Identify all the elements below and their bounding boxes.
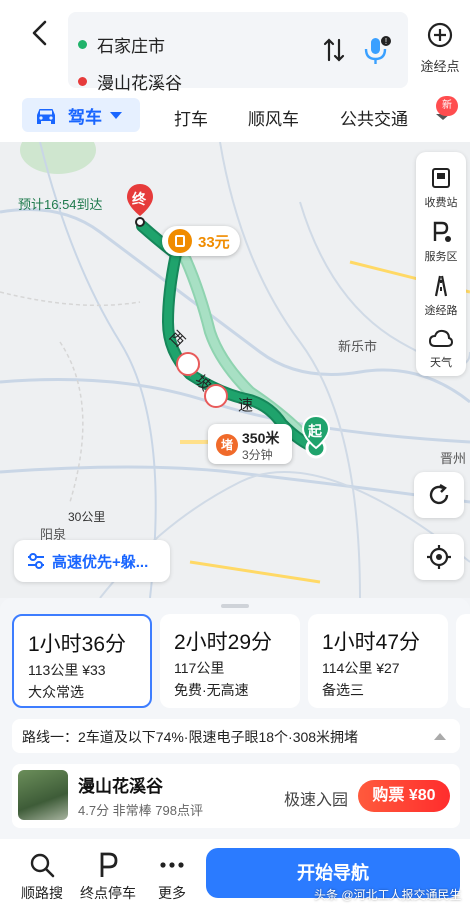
toll-bubble[interactable]: 33元 xyxy=(162,226,240,256)
chevron-down-icon xyxy=(110,111,122,119)
watermark-text: 头条 @河北工人报交通民生 xyxy=(314,888,462,902)
search-along-button[interactable]: 顺路搜 xyxy=(12,847,72,903)
refresh-button[interactable] xyxy=(414,472,464,518)
service-area-toggle[interactable]: 服务区 xyxy=(416,214,466,270)
route-option-2[interactable]: 2小时29分 117公里 免费·无高速 xyxy=(160,614,300,708)
destination-parking-label: 终点停车 xyxy=(80,885,136,901)
route-duration: 1小时36分 xyxy=(28,633,127,656)
destination-field[interactable]: 漫山花溪谷 xyxy=(78,69,182,94)
route-tag: 免费·无高速 xyxy=(174,682,249,698)
service-area-icon xyxy=(433,221,451,242)
route-map[interactable]: 预计16:54到达 终 33元 西 坡 速 新乐市 阳泉 晋州 起 堵 350米… xyxy=(0,142,470,598)
voice-mic-icon[interactable]: ! xyxy=(360,34,392,68)
svg-text:!: ! xyxy=(385,37,387,46)
route-tag: 大众常选 xyxy=(28,684,84,700)
tab-drive[interactable]: 驾车 xyxy=(22,98,140,132)
cloud-icon xyxy=(429,329,453,347)
toll-station-label: 收费站 xyxy=(424,197,458,209)
route-results-sheet: 1小时36分 113公里 ¥33 大众常选 2小时29分 117公里 免费·无高… xyxy=(0,598,470,839)
road-label-3: 速 xyxy=(238,397,254,414)
sliders-icon xyxy=(28,553,44,569)
add-waypoint-button[interactable]: 途经点 xyxy=(414,18,466,76)
route-distance-cost: 117公里 xyxy=(174,660,225,676)
destination-poi-card[interactable]: 漫山花溪谷 4.7分 非常棒 798点评 极速入园 购票 ¥80 xyxy=(12,764,460,828)
congestion-time: 3分钟 xyxy=(242,448,273,462)
route-distance-cost: 113公里 ¥33 xyxy=(28,662,106,678)
via-road-label: 途经路 xyxy=(424,305,458,317)
city-label-xinle: 新乐市 xyxy=(338,339,378,354)
waypoint-label: 途经点 xyxy=(420,59,460,74)
search-along-label: 顺路搜 xyxy=(21,885,63,901)
eta-label: 预计16:54到达 xyxy=(18,197,103,212)
transport-tabs: 驾车 打车 顺风车 公共交通 xyxy=(0,96,470,136)
congestion-bubble[interactable]: 堵 350米 3分钟 xyxy=(208,424,292,464)
road-icon xyxy=(434,275,448,297)
new-badge: 新 xyxy=(436,96,458,116)
route-input-box: 石家庄市 漫山花溪谷 ! xyxy=(68,12,408,93)
parking-icon xyxy=(100,852,118,877)
start-marker-label: 起 xyxy=(308,423,322,439)
weather-toggle[interactable]: 天气 xyxy=(416,320,466,376)
congestion-warning-icon xyxy=(176,352,200,376)
start-location-field[interactable]: 石家庄市 xyxy=(78,32,165,57)
more-label: 更多 xyxy=(158,885,186,901)
car-icon xyxy=(37,109,55,124)
route-duration: 1小时47分 xyxy=(322,631,421,654)
tab-drive-label: 驾车 xyxy=(68,107,102,127)
refresh-icon xyxy=(429,483,449,505)
search-icon xyxy=(30,853,55,878)
toll-station-toggle[interactable]: 收费站 xyxy=(416,160,466,216)
route-duration: 2小时29分 xyxy=(174,631,273,654)
congestion-distance: 350米 xyxy=(242,430,280,446)
route-option-4-peek[interactable] xyxy=(456,614,470,708)
more-button[interactable]: 更多 xyxy=(142,847,202,903)
more-dots-icon xyxy=(160,862,184,868)
scale-label: 30公里 xyxy=(68,510,106,524)
start-location-label: 石家庄市 xyxy=(97,37,165,56)
tab-taxi[interactable]: 打车 xyxy=(174,105,208,130)
toll-amount: 33元 xyxy=(198,233,230,251)
swap-icon[interactable] xyxy=(322,36,346,64)
end-marker-label: 终 xyxy=(132,191,146,207)
via-road-toggle[interactable]: 途经路 xyxy=(416,268,466,324)
toll-station-icon xyxy=(168,229,192,253)
toll-station-icon xyxy=(432,168,450,188)
map-side-panel: 收费站 服务区 途经路 天气 xyxy=(416,152,466,376)
tab-public-transit[interactable]: 公共交通 xyxy=(340,105,408,130)
city-label-jinzhou: 晋州 xyxy=(440,451,467,466)
buy-ticket-button[interactable]: 购票 ¥80 xyxy=(358,780,450,812)
route-option-3[interactable]: 1小时47分 114公里 ¥27 备选三 xyxy=(308,614,448,708)
fast-entry-label[interactable]: 极速入园 xyxy=(284,786,348,810)
poi-rating: 4.7分 非常棒 798点评 xyxy=(78,803,203,818)
back-arrow-icon[interactable] xyxy=(26,18,54,48)
start-dot-icon xyxy=(78,40,87,49)
congestion-tag: 堵 xyxy=(216,434,238,456)
route-tag: 备选三 xyxy=(322,682,364,698)
map-scale: 30公里 xyxy=(24,508,105,525)
plus-circle-icon xyxy=(427,22,453,48)
end-dot-icon xyxy=(78,77,87,86)
destination-label: 漫山花溪谷 xyxy=(97,74,182,93)
locate-button[interactable] xyxy=(414,534,464,580)
sheet-drag-handle[interactable] xyxy=(221,604,249,608)
chevron-up-icon xyxy=(434,733,446,740)
weather-label: 天气 xyxy=(430,357,452,369)
incident-icon xyxy=(204,384,228,408)
route-preference-button[interactable]: 高速优先+躲... xyxy=(14,540,170,582)
route-distance-cost: 114公里 ¥27 xyxy=(322,660,400,676)
service-area-label: 服务区 xyxy=(424,251,458,263)
destination-parking-button[interactable]: 终点停车 xyxy=(78,847,138,903)
route-summary-text: 路线一：2车道及以下74%·限速电子眼18个·308米拥堵 xyxy=(22,729,359,745)
locate-crosshair-icon xyxy=(427,545,451,569)
top-header: 石家庄市 漫山花溪谷 ! 途经点 驾车 打车 顺风车 公共交通 新 xyxy=(0,0,470,142)
route-preference-label: 高速优先+躲... xyxy=(52,553,149,571)
poi-thumbnail xyxy=(18,770,68,820)
route-option-1[interactable]: 1小时36分 113公里 ¥33 大众常选 xyxy=(12,614,152,708)
poi-name: 漫山花溪谷 xyxy=(78,777,163,796)
route-summary-bar[interactable]: 路线一：2车道及以下74%·限速电子眼18个·308米拥堵 xyxy=(12,719,460,753)
tab-carpool[interactable]: 顺风车 xyxy=(248,105,299,130)
